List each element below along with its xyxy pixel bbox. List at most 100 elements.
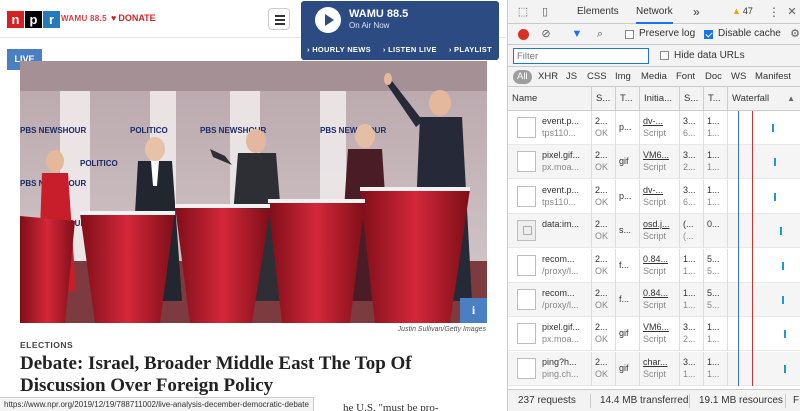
request-cell-primary[interactable]: dv-...	[643, 185, 679, 195]
column-header-type[interactable]: T...	[616, 87, 640, 111]
photo-info-button[interactable]: i	[460, 298, 487, 323]
resource-thumbnail-icon	[517, 220, 536, 242]
close-icon[interactable]: ✕	[785, 5, 799, 19]
tab-elements[interactable]: Elements	[577, 0, 619, 24]
request-cell-primary[interactable]: VM6...	[643, 322, 679, 332]
request-cell: 2... OK	[592, 283, 616, 317]
request-cell: 1... 1...	[704, 145, 728, 180]
donate-link[interactable]: ♥ DONATE	[111, 13, 156, 23]
type-filter-xhr[interactable]: XHR	[535, 70, 561, 84]
column-header-initiator[interactable]: Initia...	[640, 87, 680, 111]
request-cell-secondary: 1...	[683, 368, 696, 379]
search-icon[interactable]: ⌕	[593, 27, 607, 41]
filter-input[interactable]	[513, 48, 649, 64]
hourly-news-link[interactable]: › HOURLY NEWS	[307, 45, 371, 54]
play-icon[interactable]	[315, 7, 341, 33]
network-request-row[interactable]: recom.../proxy/l... 2... OK f... 0.84... Scri…	[508, 248, 800, 283]
npr-logo[interactable]: n p r	[7, 11, 60, 28]
request-cell-primary[interactable]: 0.84...	[643, 288, 679, 298]
type-filter-css[interactable]: CSS	[584, 70, 610, 84]
request-cell-primary[interactable]: osd.j...	[643, 219, 679, 229]
request-cell: 1... 1...	[680, 283, 704, 317]
network-request-row[interactable]: event.p... tps110... 2... OK p... dv-... Scrip…	[508, 179, 800, 214]
listen-live-label: LISTEN LIVE	[388, 45, 437, 54]
type-filter-doc[interactable]: Doc	[702, 70, 725, 84]
request-cell: 2... OK	[592, 179, 616, 214]
network-request-row[interactable]: recom.../proxy/l... 2... OK f... 0.84... Scri…	[508, 283, 800, 317]
request-cell-primary: 1...	[707, 116, 720, 126]
logo-letter-r: r	[43, 11, 60, 28]
request-cell-secondary: OK	[595, 265, 609, 276]
disable-cache-checkbox[interactable]	[704, 30, 713, 39]
photo-sign-text: POLITICO	[130, 126, 168, 135]
hide-data-urls-checkbox[interactable]	[660, 51, 669, 60]
request-count: 237 requests	[518, 395, 576, 406]
playlist-link[interactable]: › PLAYLIST	[449, 45, 492, 54]
request-cell-primary: 1...	[683, 288, 696, 298]
article-headline[interactable]: Debate: Israel, Broader Middle East The …	[20, 353, 480, 397]
request-cell: osd.j... Script	[640, 214, 680, 249]
more-tabs-icon[interactable]: »	[693, 0, 700, 24]
request-cell-primary[interactable]: 0.84...	[643, 254, 679, 264]
request-cell: 3... 6...	[680, 179, 704, 214]
waterfall-bar	[782, 261, 784, 270]
preserve-log-checkbox[interactable]	[625, 30, 634, 39]
type-filter-ws[interactable]: WS	[728, 70, 749, 84]
menu-button[interactable]	[268, 8, 290, 30]
request-cell: 0...	[704, 214, 728, 249]
request-cell: 0.84... Script	[640, 248, 680, 283]
request-cell-primary: gif	[619, 156, 629, 167]
network-request-row[interactable]: ping?h... ping.ch... 2... OK gif char... Scrip…	[508, 351, 800, 386]
type-filter-media[interactable]: Media	[638, 70, 670, 84]
npr-page: n p r WAMU 88.5 ♥ DONATE WAMU 88.5 On Air…	[0, 0, 506, 411]
photo-sign-text: PBS NEWSHOUR	[320, 126, 386, 135]
inspect-element-icon[interactable]: ⬚	[516, 5, 530, 19]
filter-icon[interactable]: ▼	[570, 27, 584, 41]
column-header-waterfall[interactable]: Waterfall ▲	[728, 87, 800, 111]
request-cell-secondary: 6...	[683, 128, 696, 138]
request-cell: VM6... Script	[640, 317, 680, 352]
tab-network[interactable]: Network	[636, 0, 673, 24]
hourly-news-label: HOURLY NEWS	[312, 45, 371, 54]
network-request-list: event.p... tps110... 2... OK p... dv-... Scrip…	[508, 111, 800, 386]
record-icon[interactable]	[518, 29, 529, 40]
request-cell: ping?h... ping.ch...	[508, 351, 592, 386]
type-filter-manifest[interactable]: Manifest	[752, 70, 794, 84]
listen-live-link[interactable]: › LISTEN LIVE	[383, 45, 437, 54]
column-header-status[interactable]: S...	[592, 87, 616, 111]
request-cell-primary[interactable]: VM6...	[643, 150, 679, 160]
warnings-badge[interactable]: ▲ 47	[732, 6, 753, 16]
request-cell-secondary: 5...	[707, 300, 720, 310]
player-subtitle: On Air Now	[349, 21, 390, 30]
column-header-size[interactable]: S...	[680, 87, 704, 111]
resources-size: 19.1 MB resources	[699, 395, 783, 406]
request-cell-primary[interactable]: char...	[643, 357, 679, 367]
network-request-row[interactable]: pixel.gif... px.moa... 2... OK gif VM6... Scri…	[508, 145, 800, 180]
type-filter-font[interactable]: Font	[673, 70, 698, 84]
kebab-menu-icon[interactable]: ⋮	[767, 5, 781, 19]
network-request-row[interactable]: pixel.gif... px.moa... 2... OK gif VM6... Scri…	[508, 317, 800, 352]
disable-cache-label: Disable cache	[718, 28, 781, 39]
request-cell-primary: data:im...	[542, 219, 580, 230]
settings-gear-icon[interactable]: ⚙	[788, 27, 800, 41]
request-cell-primary: pixel.gif...	[542, 322, 581, 333]
request-cell-primary[interactable]: dv-...	[643, 116, 679, 126]
hamburger-icon-line	[275, 23, 285, 25]
request-cell: 1... 1...	[704, 111, 728, 145]
debate-photo[interactable]: PBS NEWSHOUR POLITICO PBS NEWSHOUR PBS N…	[20, 61, 487, 323]
device-toolbar-icon[interactable]: ▯	[538, 5, 552, 19]
request-cell: data:im...	[508, 214, 592, 249]
type-filter-all[interactable]: All	[513, 70, 532, 84]
request-cell-secondary: Script	[643, 162, 667, 173]
column-header-name[interactable]: Name	[508, 87, 592, 111]
type-filter-js[interactable]: JS	[563, 70, 580, 84]
section-label[interactable]: ELECTIONS	[20, 340, 73, 350]
request-cell-primary: 2...	[595, 356, 608, 367]
type-filter-img[interactable]: Img	[612, 70, 634, 84]
request-cell-primary: pixel.gif...	[542, 150, 581, 161]
clear-icon[interactable]: ⊘	[539, 27, 553, 41]
network-request-row[interactable]: data:im... 2... OK s... osd.j... Script (... (.…	[508, 214, 800, 249]
column-header-time[interactable]: T...	[704, 87, 728, 111]
station-logo[interactable]: WAMU 88.5	[61, 14, 107, 23]
network-request-row[interactable]: event.p... tps110... 2... OK p... dv-... Scrip…	[508, 111, 800, 145]
